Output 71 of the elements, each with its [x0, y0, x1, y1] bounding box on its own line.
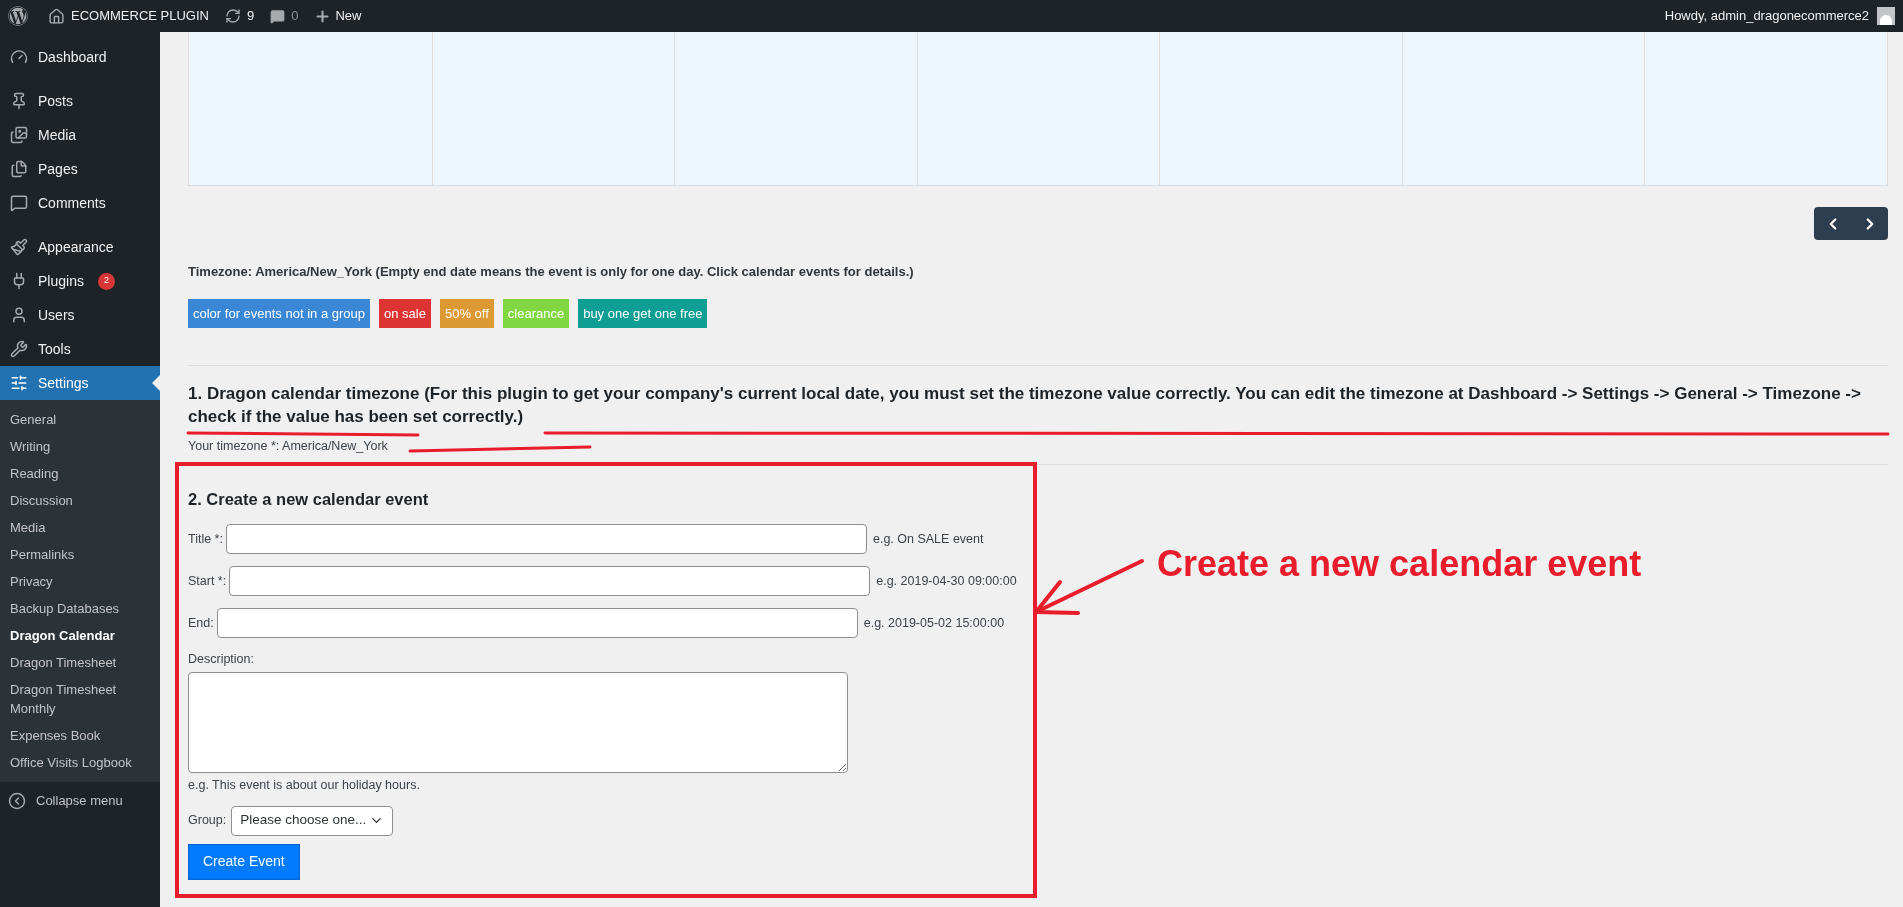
group-color-tag: buy one get one free: [578, 298, 708, 328]
sidebar-menu-item[interactable]: Posts: [0, 84, 160, 118]
sidebar-menu-item[interactable]: Pages: [0, 152, 160, 186]
pin-icon: [10, 92, 28, 110]
sidebar-submenu-item[interactable]: Media: [0, 514, 160, 541]
updates-icon[interactable]: [224, 8, 241, 24]
site-name-link[interactable]: ECOMMERCE PLUGIN: [71, 6, 209, 26]
sidebar-submenu-item[interactable]: Privacy: [0, 568, 160, 595]
sidebar-menu-item[interactable]: Dashboard: [0, 40, 160, 74]
group-color-tag: 50% off: [439, 298, 494, 328]
wrench-icon: [10, 340, 28, 358]
text-field[interactable]: [225, 524, 867, 554]
wordpress-logo-icon[interactable]: [8, 6, 28, 26]
field-hint: e.g. On SALE event: [872, 530, 984, 548]
annotation-text: Create a new calendar event: [1157, 542, 1642, 586]
sidebar-menu-item[interactable]: Tools: [0, 332, 160, 366]
field-hint: e.g. 2019-04-30 09:00:00: [876, 572, 1017, 590]
group-color-tag: on sale: [379, 298, 431, 328]
gauge-icon: [10, 48, 28, 66]
sidebar-menu-item[interactable]: Comments: [0, 186, 160, 220]
group-color-tag: clearance: [502, 298, 570, 328]
current-page-pointer-icon: [152, 375, 160, 391]
pages-icon: [10, 160, 28, 178]
sidebar-submenu-item[interactable]: Reading: [0, 460, 160, 487]
count-badge: 2: [97, 272, 115, 290]
description-hint: e.g. This event is about our holiday hours.: [188, 776, 421, 794]
sidebar-submenu-item[interactable]: Office Visits Logbook: [0, 749, 160, 776]
description-field[interactable]: [188, 671, 848, 773]
sidebar-menu-item[interactable]: Users: [0, 298, 160, 332]
comments-icon[interactable]: [270, 8, 286, 24]
sidebar-menu-item[interactable]: Appearance: [0, 230, 160, 264]
images-icon: [10, 126, 28, 144]
sidebar-submenu-item[interactable]: Expenses Book: [0, 722, 160, 749]
user-icon: [10, 306, 28, 324]
group-label: Group:: [188, 812, 227, 830]
collapse-menu-link[interactable]: Collapse menu: [36, 791, 123, 811]
field-hint: e.g. 2019-05-02 15:00:00: [863, 614, 1005, 632]
field-label: End:: [188, 614, 214, 632]
sidebar-menu-item[interactable]: Media: [0, 118, 160, 152]
paintbrush-icon: [10, 238, 28, 256]
create-event-button[interactable]: Create Event: [188, 843, 300, 880]
sidebar-submenu-item[interactable]: Discussion: [0, 487, 160, 514]
greeting-link[interactable]: Howdy, admin_dragonecommerce2: [1664, 6, 1869, 26]
comments-count[interactable]: 0: [291, 6, 299, 26]
sidebar-submenu-item[interactable]: General: [0, 406, 160, 433]
text-field[interactable]: [216, 608, 858, 638]
field-label: Title *:: [188, 530, 223, 548]
collapse-icon[interactable]: [8, 792, 26, 810]
timezone-value: Your timezone *: America/New_York: [188, 437, 388, 455]
plus-icon[interactable]: [314, 7, 332, 25]
home-icon[interactable]: [48, 7, 65, 25]
field-label: Start *:: [188, 572, 227, 590]
sidebar-submenu-item[interactable]: Permalinks: [0, 541, 160, 568]
group-select[interactable]: Please choose one...: [231, 805, 394, 836]
timezone-note: Timezone: America/New_York (Empty end date means the event is only for one day. Click calendar events for details.): [188, 263, 915, 281]
description-label: Description:: [188, 651, 255, 668]
group-color-tag: color for events not in a group: [188, 298, 370, 328]
sidebar-submenu-item[interactable]: Backup Databases: [0, 595, 160, 622]
sidebar-menu-item[interactable]: Plugins 2: [0, 264, 160, 298]
text-field[interactable]: [229, 566, 871, 596]
sidebar-submenu-item[interactable]: Dragon Timesheet Monthly: [0, 676, 160, 722]
sliders-icon: [10, 374, 28, 392]
updates-count[interactable]: 9: [246, 6, 255, 26]
section-heading: 1. Dragon calendar timezone (For this plugin to get your company's current local date, you must set the timezone value correctly. You can edit the timezone at Dashboard -> Settings -> General -> Timezone -> check if the value has been set correctly.): [188, 382, 1862, 428]
sidebar-menu-item[interactable]: Settings: [0, 366, 160, 400]
form-heading: 2. Create a new calendar event: [188, 489, 430, 511]
sidebar-submenu-item[interactable]: Dragon Timesheet: [0, 649, 160, 676]
speech-bubble-icon: [10, 194, 28, 212]
sidebar-submenu-item[interactable]: Writing: [0, 433, 160, 460]
sidebar-submenu-item[interactable]: Dragon Calendar: [0, 622, 160, 649]
new-link[interactable]: New: [335, 6, 362, 26]
